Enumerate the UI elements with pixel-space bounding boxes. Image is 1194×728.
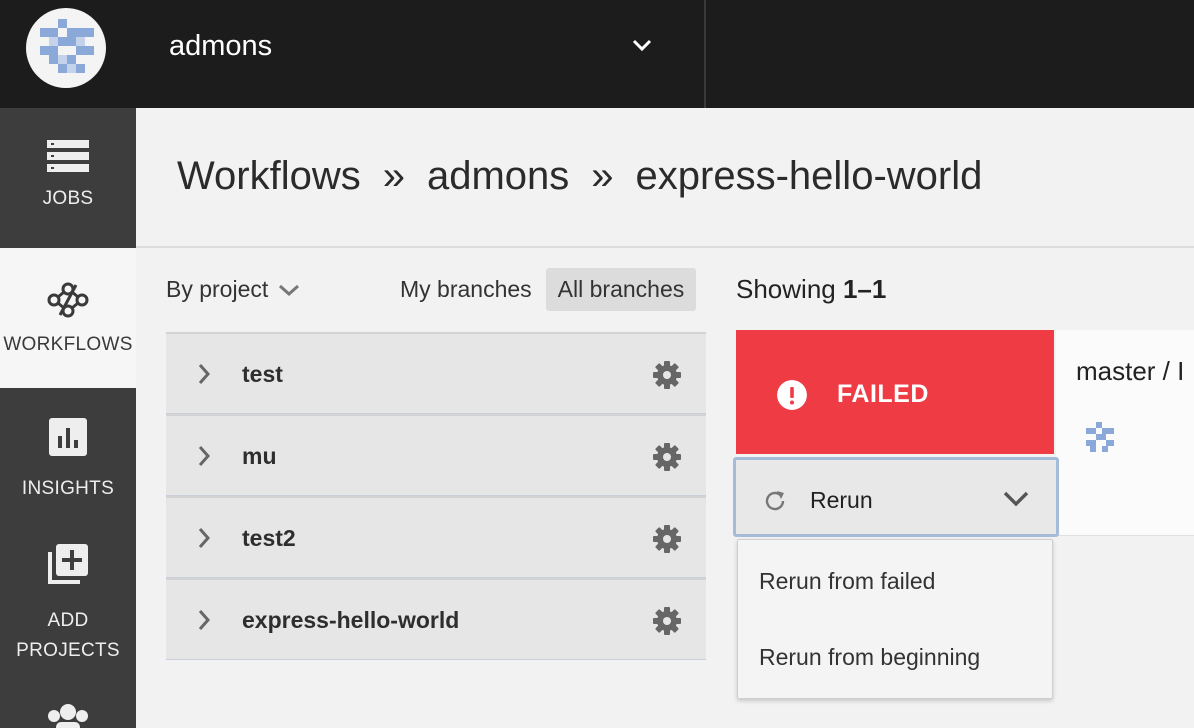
breadcrumb-project: express-hello-world xyxy=(635,154,983,198)
chevron-down-icon xyxy=(632,39,652,52)
chevron-right-icon xyxy=(198,446,211,466)
rerun-menu: Rerun from failed Rerun from beginning xyxy=(737,539,1053,699)
project-name: express-hello-world xyxy=(242,607,460,633)
chevron-right-icon xyxy=(198,610,211,630)
breadcrumb-org[interactable]: admons xyxy=(427,154,569,199)
project-name: test xyxy=(242,361,283,387)
gear-icon[interactable] xyxy=(652,524,682,554)
rerun-label: Rerun xyxy=(810,487,873,513)
chevron-right-icon xyxy=(198,364,211,384)
refresh-icon xyxy=(765,491,785,511)
top-bar: admons xyxy=(0,0,1194,108)
breadcrumb-separator: » xyxy=(591,154,614,198)
rerun-from-beginning-option[interactable]: Rerun from beginning xyxy=(759,644,980,671)
sidebar: JOBS WORKFLOWS INSIGHTS ADD PROJECTS xyxy=(0,108,136,728)
sidebar-item-label: JOBS xyxy=(42,188,94,209)
chevron-right-icon xyxy=(198,528,211,548)
workflows-icon xyxy=(47,282,89,318)
chevron-down-icon xyxy=(1003,491,1029,507)
workflow-status-badge[interactable]: FAILED xyxy=(736,330,1054,454)
workflow-card-details: master / I xyxy=(1056,330,1194,536)
sidebar-item-team[interactable] xyxy=(0,698,136,728)
project-row[interactable]: mu xyxy=(166,414,706,496)
alert-icon xyxy=(777,380,807,410)
team-icon xyxy=(48,704,88,728)
showing-prefix: Showing xyxy=(736,274,836,304)
sidebar-item-add-projects[interactable]: ADD PROJECTS xyxy=(0,518,136,668)
logo-icon xyxy=(40,19,94,73)
rerun-from-failed-option[interactable]: Rerun from failed xyxy=(759,568,935,595)
workflow-branch[interactable]: master / I xyxy=(1076,356,1184,387)
all-branches-button[interactable]: All branches xyxy=(545,268,697,311)
sidebar-item-label: INSIGHTS xyxy=(21,478,115,499)
breadcrumb: Workflows » admons » express-hello-world xyxy=(177,154,982,199)
project-row[interactable]: test2 xyxy=(166,496,706,578)
project-row[interactable]: express-hello-world xyxy=(166,578,706,660)
sidebar-item-workflows[interactable]: WORKFLOWS xyxy=(0,248,136,388)
sidebar-item-label: WORKFLOWS xyxy=(3,334,133,355)
sidebar-item-jobs[interactable]: JOBS xyxy=(0,108,136,248)
project-list: test mu test2 express-hello-world xyxy=(166,332,706,660)
rerun-dropdown-button[interactable]: Rerun xyxy=(733,457,1059,537)
breadcrumb-workflows[interactable]: Workflows xyxy=(177,154,361,199)
insights-chart-icon xyxy=(49,418,87,456)
org-name: admons xyxy=(169,30,273,62)
org-switcher[interactable]: admons xyxy=(136,0,706,108)
breadcrumb-separator: » xyxy=(382,154,405,198)
project-row[interactable]: test xyxy=(166,332,706,414)
branch-filter-toggle: My branches All branches xyxy=(388,268,697,311)
jobs-list-icon xyxy=(47,140,89,172)
showing-range: 1–1 xyxy=(842,274,887,304)
page-header: Workflows » admons » express-hello-world xyxy=(136,108,1194,248)
sidebar-item-label: ADD xyxy=(47,610,89,631)
gear-icon[interactable] xyxy=(652,442,682,472)
my-branches-button[interactable]: My branches xyxy=(388,268,544,311)
gear-icon[interactable] xyxy=(652,606,682,636)
sidebar-item-label: PROJECTS xyxy=(16,640,120,661)
project-name: test2 xyxy=(242,525,296,551)
add-project-icon xyxy=(48,544,88,584)
avatar xyxy=(1086,422,1114,452)
chevron-down-icon xyxy=(279,284,300,296)
sidebar-item-insights[interactable]: INSIGHTS xyxy=(0,388,136,518)
app-logo[interactable] xyxy=(26,8,106,88)
project-name: mu xyxy=(242,443,277,469)
results-count: Showing 1–1 xyxy=(736,274,886,305)
gear-icon[interactable] xyxy=(652,360,682,390)
group-by-dropdown[interactable]: By project xyxy=(166,276,300,303)
status-label: FAILED xyxy=(837,380,929,408)
group-by-label: By project xyxy=(166,276,269,302)
